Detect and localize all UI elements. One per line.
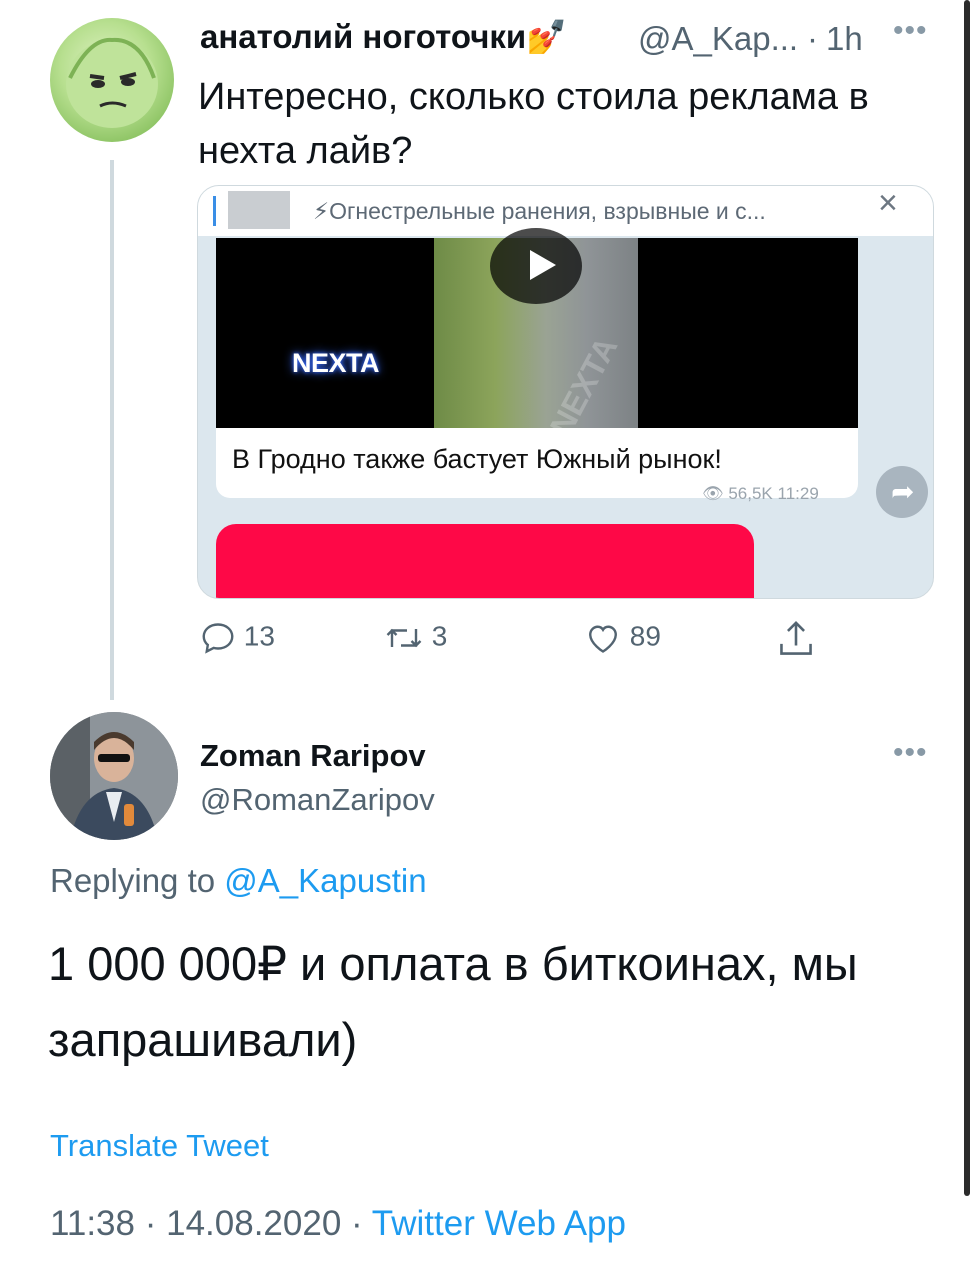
pinned-accent-line [213, 196, 216, 226]
retweet-action[interactable]: 3 [384, 620, 447, 656]
views-eye-icon: 👁 [702, 484, 724, 503]
telegram-message-meta: 👁 56,5K 11:29 [702, 484, 819, 504]
telegram-pinned-bar: ⚡Огнестрельные ранения, взрывные и с... … [198, 186, 933, 236]
parent-handle[interactable]: @A_Kap... [638, 20, 798, 58]
parent-display-name[interactable]: анатолий ноготочки💅 [200, 18, 567, 57]
meta-separator: · [144, 1204, 157, 1243]
retweet-icon [386, 628, 422, 648]
telegram-message-text: В Гродно также бастует Южный рынок! [232, 444, 722, 474]
replying-to-line: Replying to @A_Kapustin [50, 862, 427, 900]
video-preview: NEXTA NEXTA [216, 228, 858, 442]
like-count: 89 [629, 620, 661, 652]
tweet-time[interactable]: 11:38 [50, 1204, 135, 1243]
person-photo-icon [50, 712, 178, 840]
reply-avatar[interactable] [50, 712, 178, 840]
forward-arrow-icon: ➦ [891, 476, 915, 507]
close-icon: × [878, 185, 898, 222]
parent-more-icon[interactable]: ••• [893, 14, 928, 48]
replying-prefix: Replying to [50, 862, 216, 899]
nexta-logo: NEXTA [292, 348, 380, 378]
tweet-date[interactable]: 14.08.2020 [166, 1204, 341, 1243]
translate-tweet-link[interactable]: Translate Tweet [50, 1128, 269, 1164]
play-icon [490, 228, 582, 304]
meta-separator: · [351, 1204, 363, 1243]
pinned-message-text: ⚡Огнестрельные ранения, взрывные и с... [313, 198, 766, 224]
retweet-count: 3 [431, 620, 448, 652]
scrollbar[interactable] [964, 0, 970, 1196]
cabbage-face-icon [66, 37, 158, 128]
share-action[interactable] [776, 618, 816, 660]
pinned-thumbnail [228, 191, 290, 229]
reply-icon [202, 623, 234, 654]
forward-button: ➦ [876, 466, 928, 518]
views-count: 56,5K [728, 484, 773, 503]
reply-more-icon[interactable]: ••• [893, 736, 928, 770]
parent-tweet-text: Интересно, сколько стоила реклама в нехт… [198, 76, 869, 172]
reply-action[interactable]: 13 [200, 620, 275, 656]
tweet-source-link[interactable]: Twitter Web App [372, 1204, 626, 1243]
message-time: 11:29 [777, 484, 819, 503]
parent-separator: · [807, 20, 818, 57]
reply-handle[interactable]: @RomanZaripov [200, 782, 435, 818]
reply-count: 13 [243, 620, 275, 652]
parent-avatar[interactable] [50, 18, 174, 142]
heart-icon [589, 625, 617, 653]
tweet-metadata: 11:38 · 14.08.2020 · Twitter Web App [50, 1204, 626, 1244]
telegram-message-bubble: В Гродно также бастует Южный рынок! 👁 56… [216, 428, 858, 503]
parent-timestamp[interactable]: 1h [826, 20, 863, 58]
reply-tweet-text: 1 000 000₽ и оплата в биткоинах, мы запр… [48, 937, 858, 1066]
thread-connector-line [110, 160, 114, 700]
tweet-media-image[interactable]: ⚡Огнестрельные ранения, взрывные и с... … [197, 185, 934, 599]
share-icon [780, 621, 812, 655]
reply-display-name[interactable]: Zoman Raripov [200, 738, 426, 774]
next-message-bubble [216, 524, 754, 598]
like-action[interactable]: 89 [584, 620, 661, 656]
replying-to-link[interactable]: @A_Kapustin [224, 862, 426, 899]
